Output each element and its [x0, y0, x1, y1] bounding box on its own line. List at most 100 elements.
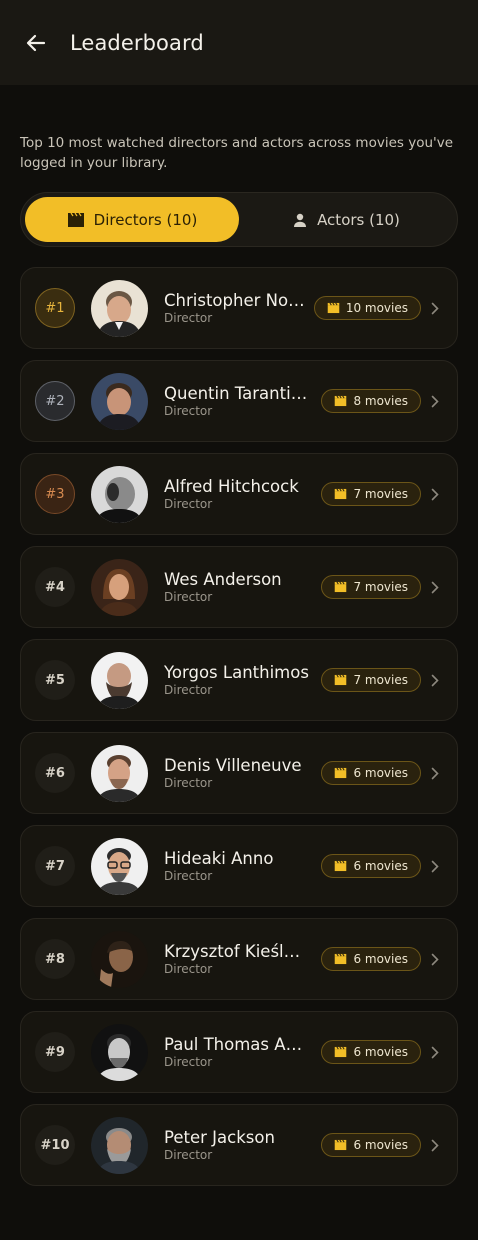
movie-count: 6 movies	[353, 859, 408, 873]
clapperboard-icon	[335, 488, 347, 500]
rank-badge: #6	[35, 753, 75, 793]
movie-count-badge: 7 movies	[321, 668, 421, 692]
list-item[interactable]: #10 Peter Jackson Director 6 movies	[20, 1104, 458, 1186]
director-list: #1 Christopher Nolan Director 10 movies …	[20, 267, 458, 1186]
director-name: Denis Villeneuve	[164, 755, 302, 775]
chevron-right-icon	[431, 302, 439, 314]
rank-badge: #3	[35, 474, 75, 514]
chevron-right-icon	[431, 1139, 439, 1151]
tab-actors[interactable]: Actors (10)	[239, 197, 453, 242]
page-title: Leaderboard	[70, 30, 204, 55]
director-role: Director	[164, 775, 213, 790]
director-role: Director	[164, 868, 213, 883]
movie-count: 6 movies	[353, 1138, 408, 1152]
person-icon	[294, 213, 307, 227]
movie-count-badge: 6 movies	[321, 761, 421, 785]
rank-badge: #5	[35, 660, 75, 700]
avatar	[91, 651, 148, 709]
director-role: Director	[164, 589, 213, 604]
avatar	[91, 1023, 148, 1081]
director-name: Wes Anderson	[164, 569, 282, 589]
avatar	[91, 558, 148, 616]
director-name: Hideaki Anno	[164, 848, 274, 868]
avatar	[91, 372, 148, 430]
clapperboard-icon	[335, 1139, 347, 1151]
rank-badge: #9	[35, 1032, 75, 1072]
chevron-right-icon	[431, 395, 439, 407]
list-item[interactable]: #1 Christopher Nolan Director 10 movies	[20, 267, 458, 349]
clapperboard-icon	[327, 302, 340, 314]
rank-badge: #4	[35, 567, 75, 607]
movie-count: 7 movies	[353, 487, 408, 501]
avatar	[91, 279, 148, 337]
list-item[interactable]: #2 Quentin Tarantino Director 8 movies	[20, 360, 458, 442]
list-item[interactable]: #6 Denis Villeneuve Director 6 movies	[20, 732, 458, 814]
rank-badge: #8	[35, 939, 75, 979]
arrow-left-icon	[26, 34, 46, 51]
tab-actors-label: Actors (10)	[317, 210, 400, 229]
chevron-right-icon	[431, 674, 439, 686]
chevron-right-icon	[431, 953, 439, 965]
clapperboard-icon	[67, 212, 84, 227]
avatar	[91, 744, 148, 802]
intro-text: Top 10 most watched directors and actors…	[20, 135, 454, 171]
chevron-right-icon	[431, 1046, 439, 1058]
list-item[interactable]: #4 Wes Anderson Director 7 movies	[20, 546, 458, 628]
clapperboard-icon	[335, 767, 347, 779]
movie-count-badge: 6 movies	[321, 947, 421, 971]
director-name: Krzysztof Kieślow...	[164, 941, 310, 961]
director-role: Director	[164, 1147, 213, 1162]
list-item[interactable]: #9 Paul Thomas And... Director 6 movies	[20, 1011, 458, 1093]
list-item[interactable]: #7 Hideaki Anno Director 6 movies	[20, 825, 458, 907]
avatar	[91, 837, 148, 895]
list-item[interactable]: #8 Krzysztof Kieślow... Director 6 movie…	[20, 918, 458, 1000]
director-name: Paul Thomas And...	[164, 1034, 310, 1054]
list-item[interactable]: #3 Alfred Hitchcock Director 7 movies	[20, 453, 458, 535]
director-name: Christopher Nolan	[164, 290, 308, 310]
director-role: Director	[164, 1054, 213, 1069]
app-bar: Leaderboard	[0, 0, 478, 85]
clapperboard-icon	[335, 860, 347, 872]
chevron-right-icon	[431, 860, 439, 872]
rank-badge: #1	[35, 288, 75, 328]
movie-count: 6 movies	[353, 766, 408, 780]
director-name: Alfred Hitchcock	[164, 476, 299, 496]
chevron-right-icon	[431, 767, 439, 779]
avatar	[91, 930, 148, 988]
avatar	[91, 465, 148, 523]
movie-count: 7 movies	[353, 673, 408, 687]
director-role: Director	[164, 310, 213, 325]
director-role: Director	[164, 403, 213, 418]
back-button[interactable]	[16, 23, 56, 63]
rank-badge: #10	[35, 1125, 75, 1165]
rank-badge: #7	[35, 846, 75, 886]
tab-directors-label: Directors (10)	[93, 210, 198, 229]
chevron-right-icon	[431, 488, 439, 500]
movie-count: 6 movies	[353, 1045, 408, 1059]
clapperboard-icon	[335, 674, 347, 686]
rank-badge: #2	[35, 381, 75, 421]
avatar	[91, 1116, 148, 1174]
director-role: Director	[164, 682, 213, 697]
clapperboard-icon	[335, 581, 347, 593]
list-item[interactable]: #5 Yorgos Lanthimos Director 7 movies	[20, 639, 458, 721]
movie-count-badge: 7 movies	[321, 482, 421, 506]
director-role: Director	[164, 961, 213, 976]
movie-count-badge: 6 movies	[321, 1040, 421, 1064]
movie-count: 7 movies	[353, 580, 408, 594]
director-name: Peter Jackson	[164, 1127, 275, 1147]
clapperboard-icon	[335, 953, 347, 965]
category-toggle: Directors (10) Actors (10)	[20, 192, 458, 247]
movie-count-badge: 6 movies	[321, 1133, 421, 1157]
director-name: Yorgos Lanthimos	[164, 662, 309, 682]
clapperboard-icon	[335, 395, 347, 407]
tab-directors[interactable]: Directors (10)	[25, 197, 239, 242]
director-role: Director	[164, 496, 213, 511]
movie-count: 8 movies	[353, 394, 408, 408]
movie-count: 6 movies	[353, 952, 408, 966]
movie-count-badge: 8 movies	[321, 389, 421, 413]
clapperboard-icon	[335, 1046, 347, 1058]
movie-count-badge: 7 movies	[321, 575, 421, 599]
director-name: Quentin Tarantino	[164, 383, 310, 403]
movie-count-badge: 10 movies	[313, 296, 421, 320]
